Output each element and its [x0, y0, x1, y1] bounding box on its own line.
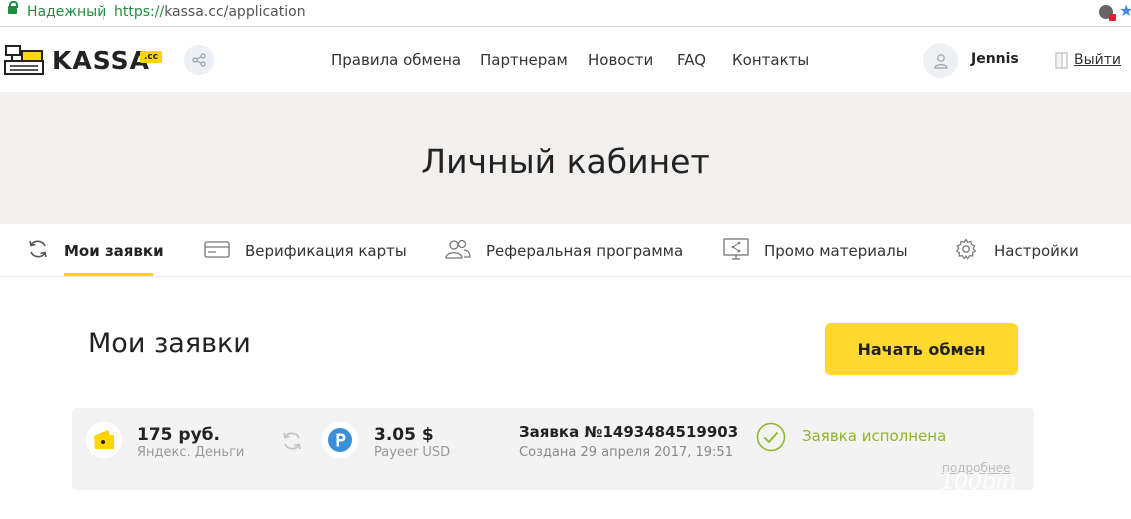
nav-item-rules[interactable]: Правила обмена: [331, 51, 461, 69]
username[interactable]: Jennis: [971, 51, 1019, 67]
logout-icon[interactable]: [1055, 52, 1069, 69]
nav-item-faq[interactable]: FAQ: [677, 51, 706, 69]
tab-label: Реферальная программа: [486, 242, 684, 260]
nav-item-contacts[interactable]: Контакты: [732, 51, 809, 69]
exchange-arrows-icon: [283, 432, 301, 450]
watermark: 100bin: [940, 470, 1017, 495]
site-header: KASSA .cc Правила обмена Партнерам Новос…: [0, 27, 1131, 91]
card-icon: [204, 241, 230, 258]
section-title: Мои заявки: [88, 328, 251, 359]
hero-banner: Личный кабинет: [0, 92, 1131, 224]
start-exchange-button[interactable]: Начать обмен: [825, 323, 1018, 375]
avatar[interactable]: [923, 43, 958, 78]
tab-label: Верификация карты: [245, 242, 407, 260]
yandex-money-icon: [86, 422, 122, 458]
extension-icon[interactable]: [1099, 5, 1116, 21]
logo-text[interactable]: KASSA: [52, 46, 150, 75]
url-rest: kassa.cc/application: [164, 4, 306, 20]
check-circle-icon: [756, 422, 786, 452]
refresh-icon: [29, 240, 47, 258]
users-icon: [445, 239, 471, 259]
from-amount: 175 руб.: [137, 425, 220, 445]
page-title: Личный кабинет: [421, 142, 710, 181]
lock-icon: [8, 1, 18, 14]
nav-item-partners[interactable]: Партнерам: [480, 51, 568, 69]
order-status: Заявка исполнена: [802, 427, 947, 445]
user-icon: [933, 53, 948, 69]
from-currency: Яндекс. Деньги: [137, 445, 245, 460]
account-tabs: Мои заявки Верификация карты Реферальная…: [0, 224, 1131, 277]
gear-icon: [955, 238, 977, 260]
to-amount: 3.05 $: [374, 425, 434, 445]
secure-label: Надежный: [27, 4, 107, 20]
to-currency: Payeer USD: [374, 445, 451, 460]
order-created-date: Создана 29 апреля 2017, 19:51: [519, 445, 733, 460]
share-icon: [192, 53, 206, 67]
payeer-icon: [322, 422, 358, 458]
url-scheme: https://: [114, 4, 165, 20]
bookmark-star-icon[interactable]: ★: [1119, 1, 1131, 20]
order-number: Заявка №1493484519903: [519, 423, 739, 441]
browser-address-bar: Надежный https://kassa.cc/application ★: [0, 0, 1131, 27]
logout-link[interactable]: Выйти: [1074, 52, 1121, 68]
tab-label: Настройки: [994, 242, 1079, 260]
monitor-share-icon: [723, 238, 749, 260]
share-button[interactable]: [184, 45, 214, 75]
address-divider: [103, 4, 104, 20]
nav-item-news[interactable]: Новости: [588, 51, 653, 69]
url-field[interactable]: https://kassa.cc/application: [114, 4, 306, 20]
cash-register-icon: [4, 45, 44, 75]
tab-label: Промо материалы: [764, 242, 908, 260]
order-card[interactable]: 175 руб. Яндекс. Деньги 3.05 $ Payeer US…: [72, 408, 1034, 490]
logo-suffix-badge: .cc: [140, 51, 163, 63]
active-tab-indicator: [64, 273, 153, 276]
tab-label: Мои заявки: [64, 242, 164, 260]
